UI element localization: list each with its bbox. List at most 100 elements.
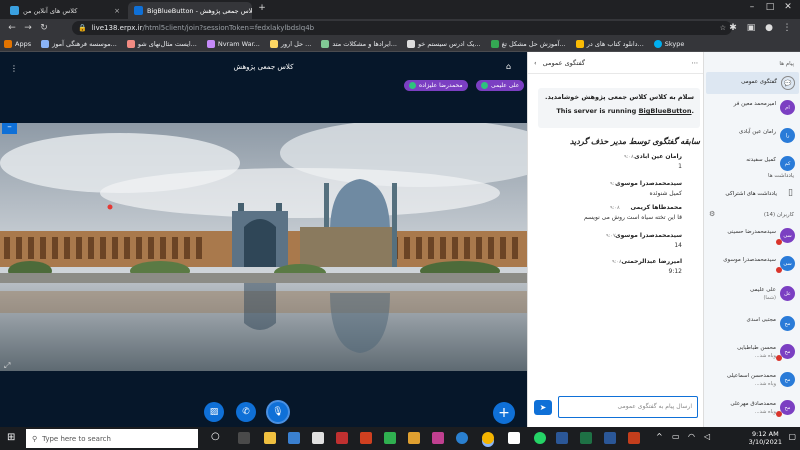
message-text: 14 (674, 242, 682, 249)
mail-icon[interactable] (312, 432, 324, 444)
app-green-icon[interactable] (384, 432, 396, 444)
bookmark-apps[interactable]: Apps (4, 40, 31, 48)
app-yellow-icon[interactable] (408, 432, 420, 444)
user-list-item[interactable]: مج مجتبی اسدی (706, 312, 799, 338)
user-list-item[interactable]: مح محمدصادق مهرعلی ویاه شد... (706, 396, 799, 422)
chrome-icon[interactable] (482, 432, 494, 444)
app-white-icon[interactable] (508, 432, 520, 444)
chat-options-icon[interactable]: ⋯ (692, 59, 699, 67)
user-list-item[interactable]: را رامان عین آبادی (706, 124, 799, 150)
bookmark-item[interactable]: آموزش حل مشکل تغ... (490, 40, 566, 48)
forward-icon[interactable]: → (20, 23, 36, 33)
presentation-minimize-button[interactable]: – (2, 123, 17, 134)
message-time: ۹:۰۸ (612, 259, 622, 265)
notifications-icon[interactable]: ▢ (788, 432, 796, 441)
tab-bigbluebutton[interactable]: BigBlueButton - کلاس جمعی پژوهش × (128, 2, 252, 19)
screen-share-off-icon: ▨ (209, 407, 219, 417)
bookmark-item[interactable]: ایرادها و مشکلات متد... (321, 40, 397, 48)
close-window-icon[interactable]: ✕ (780, 2, 796, 12)
windows-taskbar: ⊞ ⚲ Type here to search ○ ^ ▭ ◠ ◁ 9:12 A… (0, 427, 800, 450)
word-icon[interactable] (556, 432, 568, 444)
bookmark-item[interactable]: ایست مثال‌نهای شو... (126, 40, 197, 48)
user-list-item[interactable]: ام امیرمحمد معین فر (706, 96, 799, 122)
chat-bubble-icon: 💬 (781, 76, 795, 90)
address-toolbar: ← → ↻ 🔒 live138.erpx.ir /html5client/joi… (0, 19, 800, 37)
screen-share-button[interactable]: ▨ (204, 402, 224, 422)
user-list-item[interactable]: مح محمدحسن اسماعیلی ویاه شد... (706, 368, 799, 394)
message-text: 1 (678, 163, 682, 170)
public-chat-panel: ‹ گفتگوی عمومی ⋯ سلام به کلاس کلاس جمعی … (527, 52, 704, 427)
reload-icon[interactable]: ↻ (36, 23, 52, 33)
chevron-left-icon[interactable]: ‹ (534, 59, 537, 67)
talker-pill: محمدرضا علیزاده (404, 80, 468, 91)
skype-icon (653, 40, 662, 48)
file-explorer-icon[interactable] (264, 432, 276, 444)
send-message-button[interactable]: ➤ (534, 400, 552, 415)
wifi-icon[interactable]: ◠ (688, 432, 695, 441)
task-view-icon[interactable] (238, 432, 250, 444)
show-hidden-icons[interactable]: ^ (656, 432, 663, 441)
taskbar-clock[interactable]: 9:12 AM 3/10/2021 (749, 430, 782, 446)
word-doc-icon[interactable] (604, 432, 616, 444)
app-icon[interactable] (336, 432, 348, 444)
chat-message-input[interactable]: ارسال پیام به گفتگوی عمومی (558, 396, 698, 418)
menu-kebab-icon[interactable]: ⋮ (780, 21, 794, 35)
extensions-puzzle-icon[interactable]: ▣ (744, 21, 758, 35)
excel-icon[interactable] (580, 432, 592, 444)
chat-message: ام امیررضا عبدالرحمتی ۹:۰۸ 9:12 (536, 258, 700, 282)
shared-notes-item[interactable]: ▯ یادداشت های اشتراکی (706, 184, 799, 206)
welcome-text-fa: سلام به کلاس کلاس جمعی پژوهش خوشامدید. (545, 93, 694, 101)
user-list-item[interactable]: مح محسن طباطبایی ویاه شد... (706, 340, 799, 366)
bookmark-favicon-icon (575, 40, 584, 48)
user-list-item[interactable]: سی سیدمحمدصدرا موسوی (706, 252, 799, 278)
back-icon[interactable]: ← (4, 23, 20, 33)
actions-plus-button[interactable]: + (493, 402, 515, 424)
volume-icon[interactable]: ◁ (704, 432, 710, 441)
profile-icon[interactable]: ● (762, 21, 776, 35)
leave-audio-button[interactable]: ✆ (236, 402, 256, 422)
store-icon[interactable] (288, 432, 300, 444)
settings-gear-icon[interactable]: ⚙ (709, 210, 715, 218)
app-pink-icon[interactable] (432, 432, 444, 444)
microphone-icon (481, 82, 488, 89)
edge-icon[interactable] (456, 432, 468, 444)
windows-start-icon[interactable]: ⊞ (7, 432, 15, 443)
whatsapp-icon[interactable] (534, 432, 546, 444)
mute-button[interactable]: 🎙 (268, 402, 288, 422)
welcome-message: سلام به کلاس کلاس جمعی پژوهش خوشامدید. T… (538, 88, 700, 128)
avatar: مح (690, 208, 696, 214)
extension-icon[interactable]: ✱ (726, 21, 740, 35)
bookmark-item[interactable]: حل ارور ... (269, 40, 311, 48)
chat-header: ‹ گفتگوی عمومی ⋯ (528, 52, 704, 74)
bookmark-item[interactable]: یک ادرس سیستم خو... (406, 40, 481, 48)
bookmark-item[interactable]: Nvram War... (206, 40, 260, 48)
new-tab-button[interactable]: + (254, 3, 270, 13)
taskbar-search-input[interactable]: ⚲ Type here to search (26, 429, 198, 448)
bookmark-item[interactable]: دانلود کتاب های در... (575, 40, 644, 48)
user-list-panel: پیام ها 💬 گفتگوی عمومی ام امیرمحمد معین … (703, 52, 800, 427)
bookmark-favicon-icon (490, 40, 499, 48)
avatar: مح (780, 344, 795, 359)
bookmark-skype[interactable]: Skype (653, 40, 684, 48)
powerpoint-icon[interactable] (628, 432, 640, 444)
user-list-toggle-icon[interactable]: ⌂ (506, 62, 511, 71)
bookmark-item[interactable]: موسسه فرهنگی آموز... (41, 40, 117, 48)
message-time: ۹:۰۷ (606, 233, 616, 239)
bigbluebutton-link[interactable]: BigBlueButton (639, 107, 692, 115)
url-input[interactable]: 🔒 live138.erpx.ir /html5client/join?sess… (72, 21, 732, 35)
bookmark-favicon-icon (321, 40, 330, 48)
avatar: مج (780, 316, 795, 331)
maximize-icon[interactable]: □ (762, 2, 778, 12)
close-tab-icon[interactable]: × (110, 7, 120, 15)
messages-section-title: پیام ها (779, 61, 794, 67)
message-sender: محمدطاها کریمی (630, 204, 682, 211)
fullscreen-icon[interactable]: ⤢ (4, 361, 10, 371)
battery-icon[interactable]: ▭ (672, 432, 680, 441)
user-list-item[interactable]: سی سیدمحمدرضا حسینی (706, 224, 799, 250)
minimize-icon[interactable]: – (744, 2, 760, 12)
public-chat-item[interactable]: 💬 گفتگوی عمومی (706, 72, 799, 94)
tab-online-classes[interactable]: کلاس های آنلاین من × (4, 2, 126, 19)
user-list-item-self[interactable]: عل علی علیمی (شما) (706, 282, 799, 308)
cortana-icon[interactable]: ○ (211, 431, 220, 442)
media-icon[interactable] (360, 432, 372, 444)
